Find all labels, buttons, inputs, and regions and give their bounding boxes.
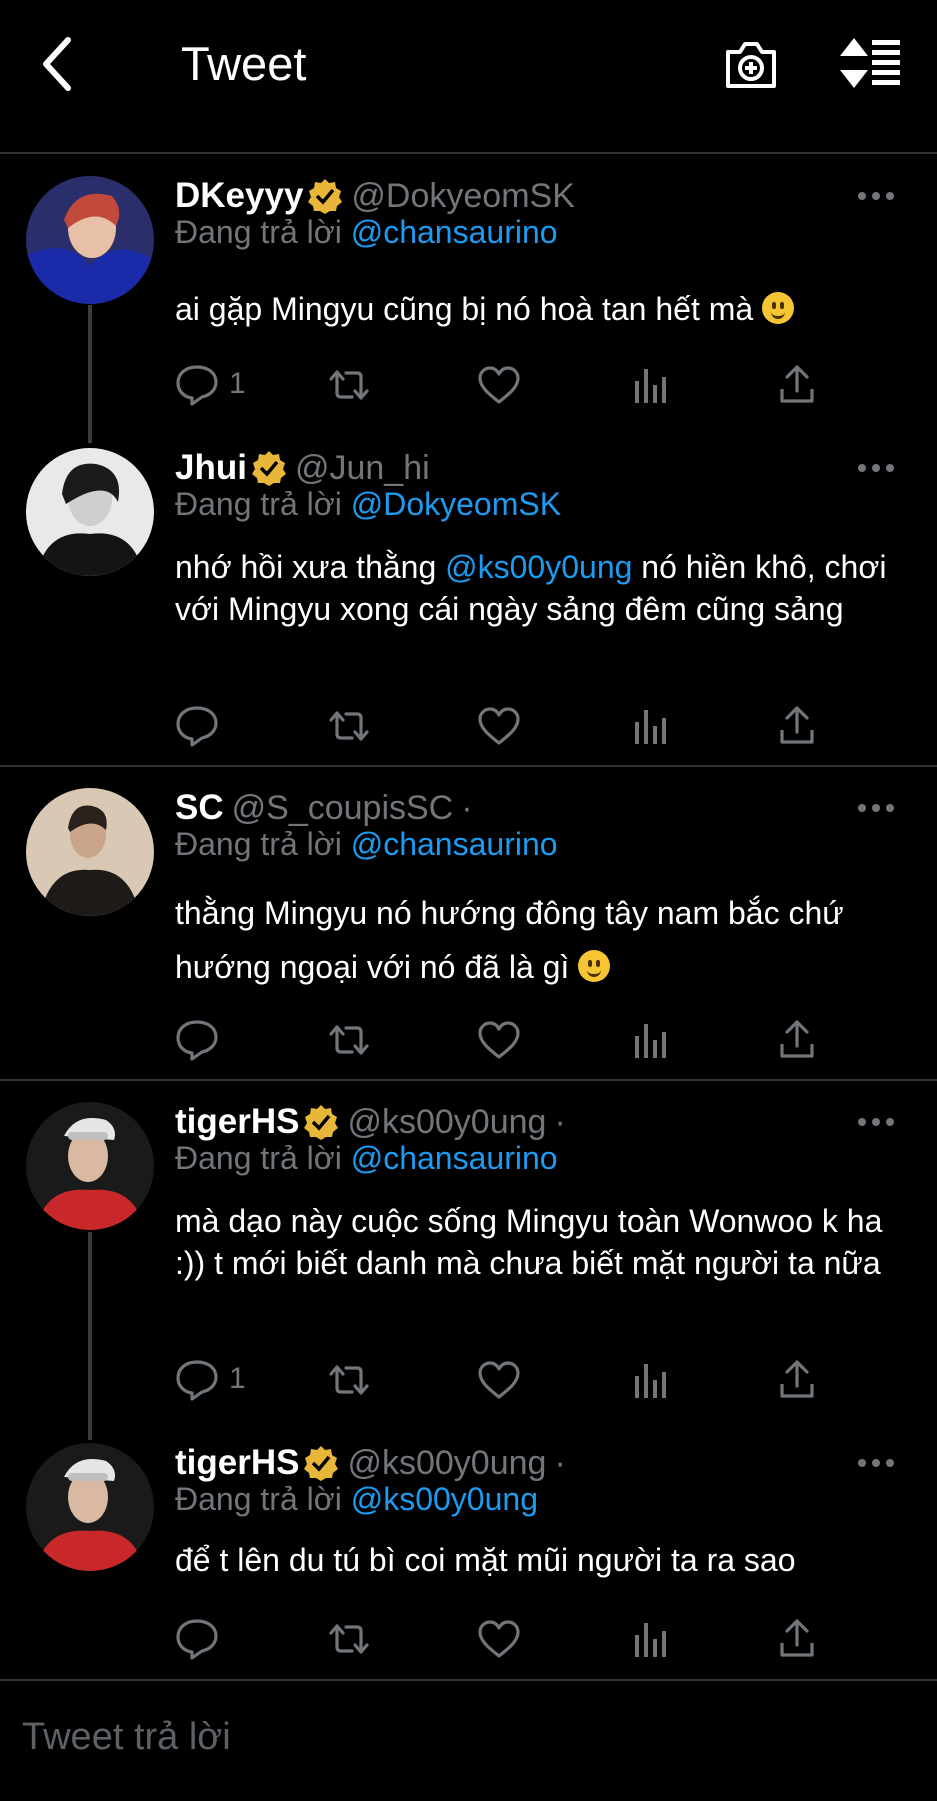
tweet-divider: [0, 1079, 937, 1081]
tweet-actions: [175, 1617, 815, 1661]
tweet-text: mà dạo này cuộc sống Mingyu toàn Wonwoo …: [175, 1200, 905, 1284]
display-name[interactable]: DKeyyy: [175, 176, 303, 215]
share-icon: [780, 365, 814, 403]
verified-badge-icon: [304, 1446, 339, 1481]
avatar[interactable]: [26, 788, 154, 916]
share-icon: [780, 1360, 814, 1398]
handle[interactable]: @Jun_hi: [295, 449, 430, 487]
avatar[interactable]: [26, 1443, 154, 1571]
retweet-icon: [329, 711, 369, 741]
views-icon: [635, 1024, 666, 1058]
reply-to-mention[interactable]: @chansaurino: [351, 826, 558, 862]
reply-to-mention[interactable]: @chansaurino: [351, 214, 558, 250]
tweet-actions: [175, 704, 815, 748]
tweet-actions: [175, 1018, 815, 1062]
verified-badge-icon: [308, 179, 343, 214]
more-options-icon[interactable]: [856, 458, 896, 478]
sort-replies-icon[interactable]: [838, 38, 902, 88]
reply-icon: [176, 1020, 218, 1061]
verified-badge-icon: [304, 1105, 339, 1140]
reply-icon: [176, 1619, 218, 1660]
camera-add-icon[interactable]: [724, 38, 778, 90]
retweet-icon: [329, 1025, 369, 1055]
avatar[interactable]: [26, 448, 154, 576]
tweet-actions: 1: [175, 1358, 815, 1402]
heart-icon: [478, 1361, 520, 1399]
tweet-text-content: mà dạo này cuộc sống Mingyu toàn Wonwoo …: [175, 1203, 883, 1281]
smile-emoji-icon: [578, 950, 611, 982]
handle[interactable]: @S_coupisSC: [232, 789, 454, 827]
display-name[interactable]: Jhui: [175, 448, 247, 487]
display-name[interactable]: SC: [175, 788, 224, 827]
heart-icon: [478, 1620, 520, 1658]
views-icon: [635, 710, 666, 744]
tweet-text: thằng Mingyu nó hướng đông tây nam bắc c…: [175, 886, 905, 994]
reply-context: Đang trả lời @DokyeomSK: [175, 486, 561, 523]
reply-prefix: Đang trả lời: [175, 214, 342, 250]
retweet-icon: [329, 1365, 369, 1395]
reply-to-mention[interactable]: @chansaurino: [351, 1140, 558, 1176]
reply-count: 1: [229, 367, 246, 400]
tweet-text-content: ai gặp Mingyu cũng bị nó hoà tan hết mà: [175, 291, 763, 327]
page-title: Tweet: [181, 37, 307, 90]
tweet-text: ai gặp Mingyu cũng bị nó hoà tan hết mà: [175, 288, 905, 330]
reply-prefix: Đang trả lời: [175, 1481, 342, 1517]
meta-separator: ·: [554, 1102, 566, 1141]
tweet-divider: [0, 765, 937, 767]
more-options-icon[interactable]: [856, 1453, 896, 1473]
meta-separator: ·: [554, 1443, 566, 1482]
share-icon: [780, 1619, 814, 1657]
share-icon: [780, 1020, 814, 1058]
header-divider: [0, 152, 937, 154]
views-icon: [635, 369, 666, 403]
handle[interactable]: @ks00y0ung: [347, 1444, 546, 1482]
share-icon: [780, 706, 814, 744]
reply-count: 1: [229, 1362, 246, 1395]
more-options-icon[interactable]: [856, 186, 896, 206]
verified-badge-icon: [251, 451, 286, 486]
tweet-text-content: để t lên du tú bì coi mặt mũi người ta r…: [175, 1542, 796, 1578]
meta-separator: ·: [461, 788, 473, 827]
tweet-actions: 1: [175, 363, 815, 407]
tweet-text: để t lên du tú bì coi mặt mũi người ta r…: [175, 1539, 905, 1581]
reply-prefix: Đang trả lời: [175, 826, 342, 862]
reply-context: Đang trả lời @chansaurino: [175, 826, 558, 863]
more-options-icon[interactable]: [856, 798, 896, 818]
more-options-icon[interactable]: [856, 1112, 896, 1132]
handle[interactable]: @DokyeomSK: [351, 177, 574, 215]
reply-icon: [176, 1360, 218, 1401]
reply-icon: [176, 706, 218, 747]
smile-emoji-icon: [762, 292, 795, 324]
heart-icon: [478, 1021, 520, 1059]
tweet-text-content: nhớ hồi xưa thằng: [175, 549, 446, 585]
inline-mention[interactable]: @ks00y0ung: [445, 549, 632, 585]
heart-icon: [478, 707, 520, 745]
reply-prefix: Đang trả lời: [175, 1140, 342, 1176]
display-name[interactable]: tigerHS: [175, 1443, 299, 1482]
back-arrow-icon[interactable]: [36, 34, 80, 94]
views-icon: [635, 1364, 666, 1398]
avatar[interactable]: [26, 1102, 154, 1230]
compose-divider: [0, 1679, 937, 1681]
display-name[interactable]: tigerHS: [175, 1102, 299, 1141]
thread-line: [88, 1232, 92, 1440]
top-bar: Tweet: [0, 0, 937, 154]
tweet-text-content: thằng Mingyu nó hướng đông tây nam bắc c…: [175, 895, 844, 985]
heart-icon: [478, 366, 520, 404]
reply-to-mention[interactable]: @DokyeomSK: [351, 486, 561, 522]
reply-context: Đang trả lời @chansaurino: [175, 1140, 558, 1177]
tweet-text: nhớ hồi xưa thằng @ks00y0ung nó hiền khô…: [175, 546, 905, 630]
views-icon: [635, 1623, 666, 1657]
thread-line: [88, 305, 92, 443]
reply-context: Đang trả lời @chansaurino: [175, 214, 558, 251]
retweet-icon: [329, 1624, 369, 1654]
handle[interactable]: @ks00y0ung: [347, 1103, 546, 1141]
reply-context: Đang trả lời @ks00y0ung: [175, 1481, 538, 1518]
avatar[interactable]: [26, 176, 154, 304]
retweet-icon: [329, 370, 369, 400]
reply-prefix: Đang trả lời: [175, 486, 342, 522]
reply-to-mention[interactable]: @ks00y0ung: [351, 1481, 538, 1517]
reply-icon: [176, 365, 218, 406]
reply-compose-input[interactable]: Tweet trả lời: [22, 1716, 231, 1759]
